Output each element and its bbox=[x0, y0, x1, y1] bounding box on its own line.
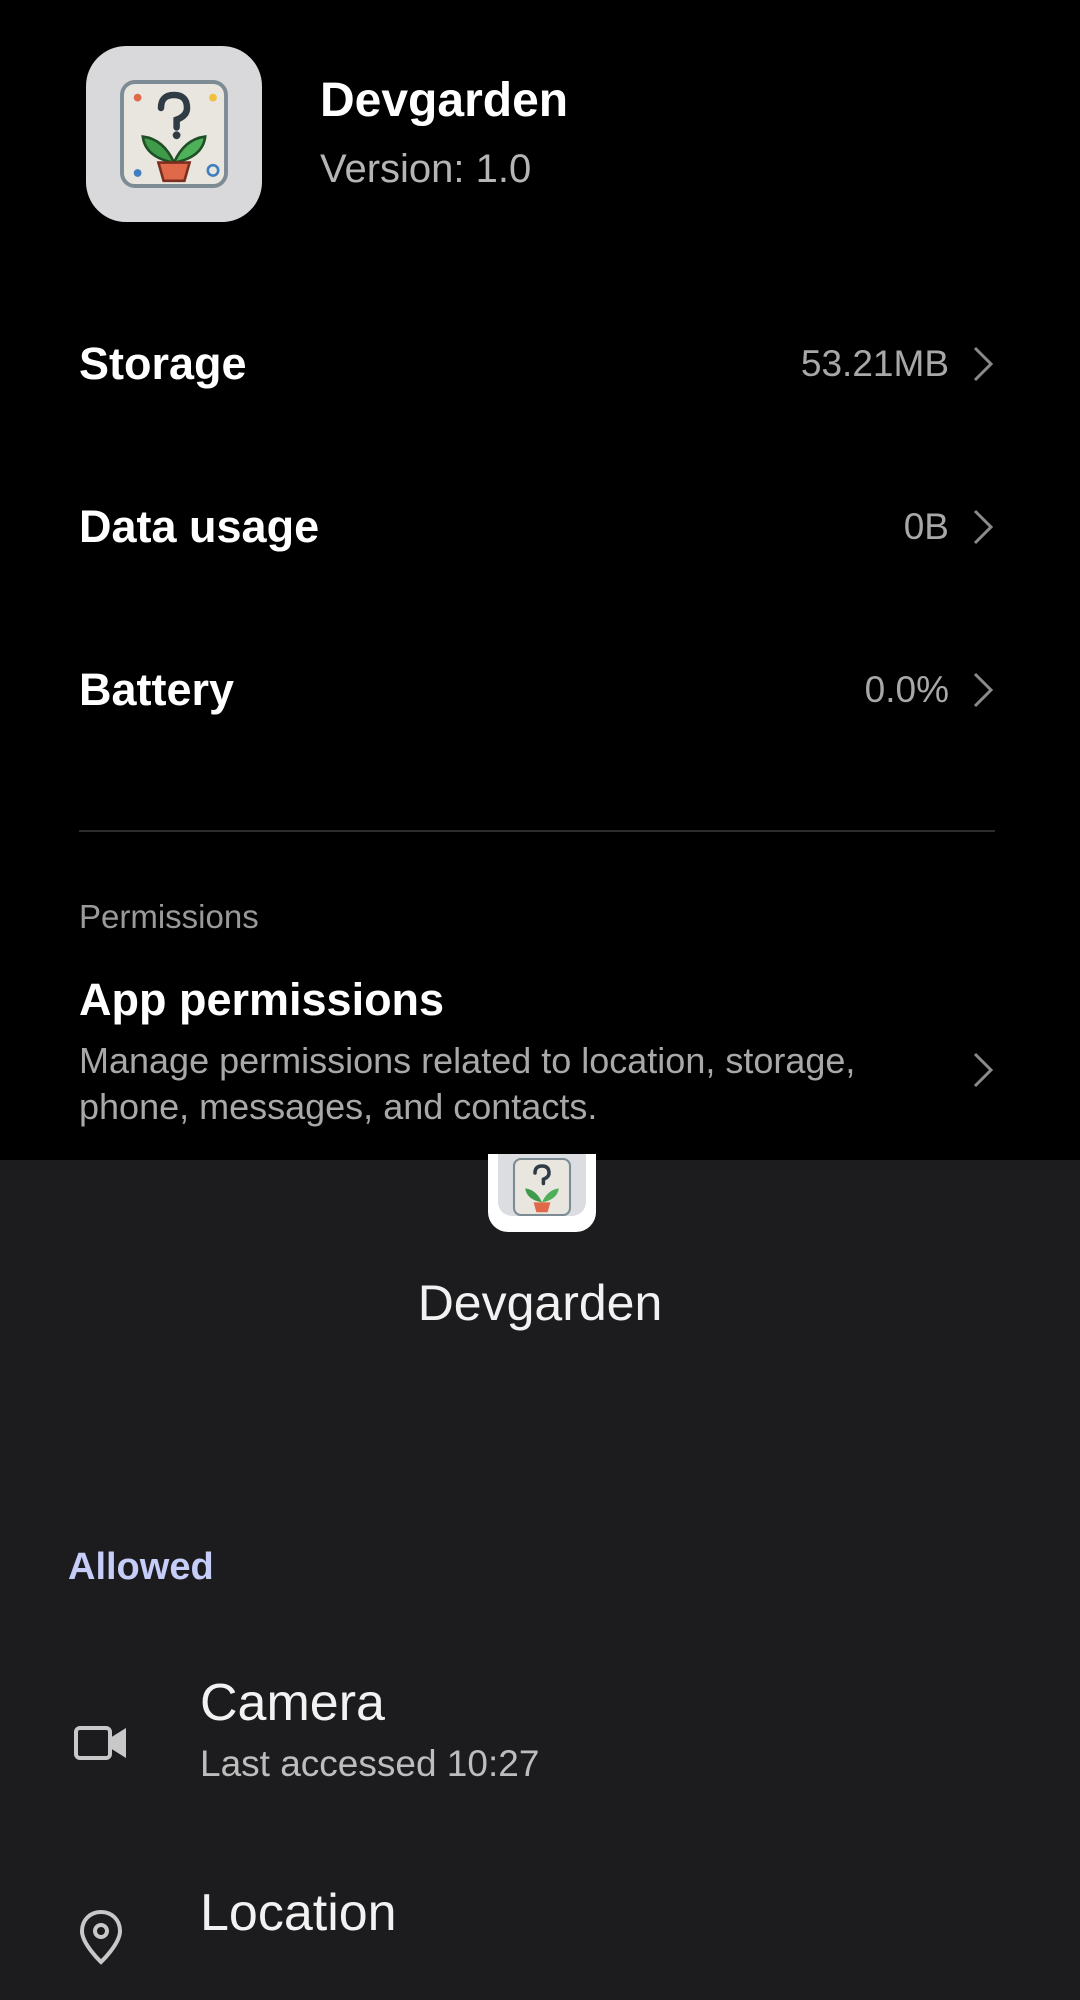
location-icon bbox=[72, 1908, 130, 1966]
storage-row[interactable]: Storage 53.21MB bbox=[79, 314, 995, 414]
app-permissions-description: Manage permissions related to location, … bbox=[79, 1040, 856, 1127]
battery-value: 0.0% bbox=[864, 669, 949, 710]
camera-icon bbox=[72, 1714, 130, 1772]
chevron-right-icon bbox=[971, 670, 995, 710]
app-header: Devgarden Version: 1.0 bbox=[86, 46, 568, 222]
location-text: Location bbox=[200, 1880, 397, 1946]
storage-value: 53.21MB bbox=[800, 343, 949, 384]
app-name: Devgarden bbox=[320, 74, 569, 127]
chevron-right-icon bbox=[971, 507, 995, 547]
camera-label: Camera bbox=[200, 1674, 385, 1732]
app-info-page: Devgarden Version: 1.0 Storage 53.21MB D… bbox=[0, 0, 1080, 1160]
storage-label: Storage bbox=[79, 338, 247, 389]
app-title-block: Devgarden Version: 1.0 bbox=[320, 71, 568, 197]
storage-right: 53.21MB bbox=[801, 343, 995, 385]
chevron-right-icon bbox=[971, 344, 995, 384]
permission-item-camera[interactable]: Camera Last accessed 10:27 bbox=[0, 1670, 1080, 1820]
section-divider bbox=[79, 830, 995, 832]
location-label: Location bbox=[200, 1884, 397, 1942]
camera-last-accessed: Last accessed 10:27 bbox=[200, 1743, 540, 1784]
plant-question-icon bbox=[120, 80, 228, 188]
permissions-bottom-sheet: Devgarden Allowed Camera Last accessed 1… bbox=[0, 1154, 1080, 2000]
sheet-app-name: Devgarden bbox=[417, 1275, 663, 1331]
allowed-section-header: Allowed bbox=[68, 1546, 214, 1588]
data-usage-value: 0B bbox=[903, 506, 949, 547]
chevron-right-icon bbox=[971, 1050, 995, 1090]
data-usage-label: Data usage bbox=[79, 501, 320, 552]
permission-item-location[interactable]: Location bbox=[0, 1880, 1080, 2000]
app-permissions-title: App permissions bbox=[79, 974, 445, 1025]
sheet-app-icon-inner bbox=[498, 1154, 586, 1216]
camera-text: Camera Last accessed 10:27 bbox=[200, 1670, 539, 1788]
app-icon bbox=[86, 46, 262, 222]
plant-question-icon bbox=[512, 1157, 572, 1216]
battery-right: 0.0% bbox=[865, 669, 995, 711]
app-version: Version: 1.0 bbox=[320, 147, 532, 191]
sheet-app-icon bbox=[488, 1154, 596, 1232]
battery-row[interactable]: Battery 0.0% bbox=[79, 640, 995, 740]
data-usage-row[interactable]: Data usage 0B bbox=[79, 477, 995, 577]
app-permissions-row[interactable]: App permissions Manage permissions relat… bbox=[79, 970, 995, 1130]
permissions-section-header: Permissions bbox=[79, 898, 259, 935]
data-usage-right: 0B bbox=[904, 506, 995, 548]
battery-label: Battery bbox=[79, 664, 235, 715]
